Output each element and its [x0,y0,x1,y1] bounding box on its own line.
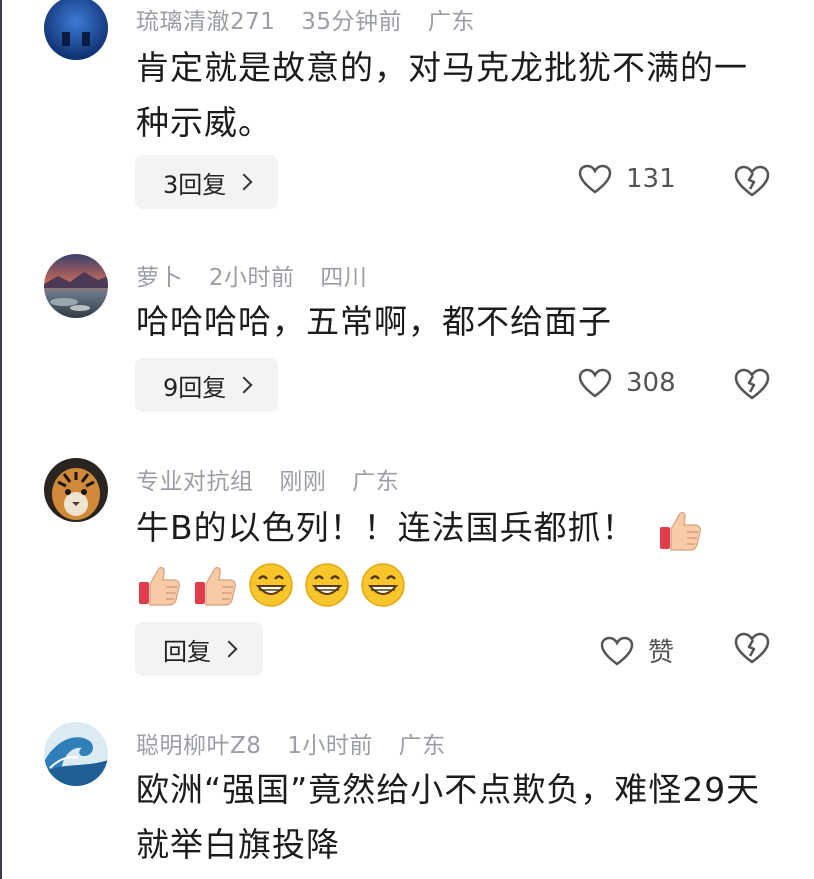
comment-meta: 琉璃清澈271 35分钟前 广东 [136,2,493,36]
broken-heart-icon [734,165,770,197]
heart-icon [600,636,634,666]
timestamp: 刚刚 [279,469,327,495]
thumbs-up-emoji [192,562,238,608]
chevron-right-icon [235,376,253,394]
avatar[interactable] [44,458,108,522]
avatar[interactable] [44,254,108,318]
comment-text: 牛B的以色列！！连法国兵都抓！ [136,500,776,610]
chevron-right-icon [235,173,253,191]
comment-text-content: 牛B的以色列！！连法国兵都抓！ [136,508,636,547]
emoji-row [136,562,406,608]
reply-button[interactable]: 3回复 [135,155,279,209]
like-button[interactable]: 赞 [600,632,674,669]
username[interactable]: 萝卜 [136,265,183,291]
comment-meta: 专业对抗组 刚刚 广东 [136,462,417,496]
chevron-right-icon [220,640,238,658]
avatar-tiger-icon [44,458,108,522]
comment-meta: 聪明柳叶Z8 1小时前 广东 [136,726,464,760]
dislike-button[interactable] [734,632,770,666]
username[interactable]: 琉璃清澈271 [136,9,275,35]
location: 广东 [352,469,400,495]
comment-meta: 萝卜 2小时前 四川 [136,258,385,292]
username[interactable]: 专业对抗组 [136,469,254,495]
reply-button[interactable]: 回复 [135,622,263,676]
heart-icon [578,164,612,194]
like-count: 131 [626,164,676,194]
grin-emoji [360,562,406,608]
like-count: 308 [626,368,676,398]
timestamp: 1小时前 [287,733,373,759]
comment-text: 欧洲“强国”竟然给小不点欺负，难怪29天就举白旗投降 [136,770,761,864]
username[interactable]: 聪明柳叶Z8 [136,733,261,759]
avatar[interactable] [44,722,108,786]
like-button[interactable]: 308 [578,368,676,398]
dislike-button[interactable] [734,165,770,199]
like-button[interactable]: 131 [578,164,676,194]
avatar-wave-icon [44,722,108,786]
broken-heart-icon [734,368,770,400]
like-count: 赞 [648,638,675,668]
dislike-button[interactable] [734,368,770,402]
comment-text: 哈哈哈哈，五常啊，都不给面子 [136,302,612,341]
reply-label: 9回复 [163,373,227,402]
timestamp: 35分钟前 [301,9,402,35]
grin-emoji [248,562,294,608]
reply-label: 回复 [163,637,211,666]
thumbs-up-emoji [136,562,182,608]
comment-text: 肯定就是故意的，对马克龙批犹不满的一种示威。 [136,48,748,142]
broken-heart-icon [734,632,770,664]
avatar-blue-icon [44,0,108,60]
heart-icon [578,368,612,398]
left-edge-border [0,0,2,879]
timestamp: 2小时前 [208,265,295,291]
reply-button[interactable]: 9回复 [135,358,279,412]
location: 四川 [320,265,368,291]
thumbs-up-emoji [657,507,703,553]
location: 广东 [427,9,475,35]
location: 广东 [398,733,446,759]
avatar-landscape-icon [44,254,108,318]
reply-label: 3回复 [163,170,227,199]
avatar[interactable] [44,0,108,60]
grin-emoji [304,562,350,608]
